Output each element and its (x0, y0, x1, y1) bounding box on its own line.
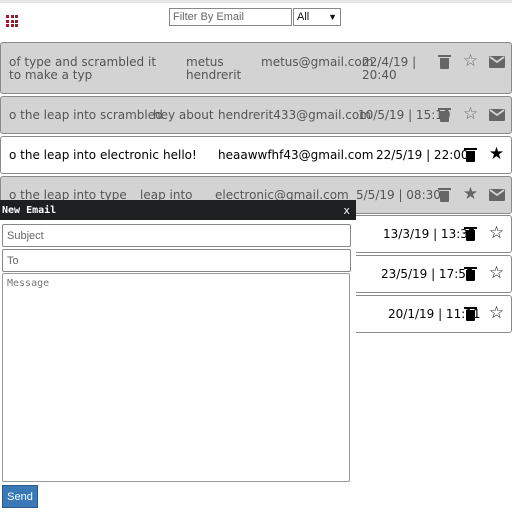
top-border (0, 0, 512, 3)
trash-icon[interactable] (436, 106, 453, 123)
email-row[interactable]: o the leap into scrambled hey about hend… (0, 96, 512, 134)
email-datetime: 23/5/19 | 17:55 (381, 267, 474, 281)
star-filled-icon[interactable]: ★ (488, 146, 505, 163)
compose-panel: New Email x Send (0, 200, 356, 512)
star-icon[interactable]: ☆ (488, 265, 505, 282)
email-snippet: o the leap into scrambled (9, 108, 163, 122)
filter-select[interactable]: All ▼ (293, 8, 341, 26)
trash-icon[interactable] (462, 265, 479, 282)
star-icon[interactable]: ☆ (462, 106, 479, 123)
subject-input[interactable] (2, 224, 351, 247)
trash-icon[interactable] (462, 146, 479, 163)
mail-icon[interactable] (488, 53, 505, 70)
message-textarea[interactable] (2, 273, 350, 482)
trash-icon[interactable] (436, 186, 453, 203)
email-snippet: o the leap into electronic (9, 148, 159, 162)
email-datetime: 22/5/19 | 22:00 (376, 148, 469, 162)
trash-icon[interactable] (462, 305, 479, 322)
compose-title: New Email (2, 204, 57, 216)
email-datetime: 22/4/19 | 20:40 (362, 55, 417, 82)
send-button[interactable]: Send (2, 485, 38, 508)
filter-email-input[interactable] (169, 8, 292, 26)
mail-icon[interactable] (488, 106, 505, 123)
star-icon[interactable]: ☆ (488, 305, 505, 322)
trash-icon[interactable] (462, 225, 479, 242)
email-snippet: of type and scrambled it to make a typ (9, 55, 157, 82)
email-address: metus@gmail.com (261, 55, 374, 69)
filter-select-value: All (297, 11, 310, 23)
email-address: heaawwfhf43@gmail.com (218, 148, 374, 162)
star-filled-icon[interactable]: ★ (462, 186, 479, 203)
email-address: hendrerit433@gmail.com (218, 108, 371, 122)
grid-icon[interactable] (6, 15, 18, 27)
star-icon[interactable]: ☆ (488, 225, 505, 242)
star-icon[interactable]: ☆ (462, 53, 479, 70)
chevron-down-icon: ▼ (328, 12, 337, 22)
mail-icon[interactable] (488, 186, 505, 203)
close-icon[interactable]: x (343, 204, 350, 217)
compose-header: New Email x (0, 200, 356, 220)
email-row[interactable]: of type and scrambled it to make a typ m… (0, 42, 512, 94)
to-input[interactable] (2, 249, 351, 272)
email-datetime: 5/5/19 | 08:30 (356, 188, 441, 202)
email-row[interactable]: o the leap into electronic hello! heaaww… (0, 136, 512, 174)
email-subject: hey about (153, 108, 214, 122)
email-subject: metus hendrerit (186, 55, 242, 82)
trash-icon[interactable] (436, 53, 453, 70)
email-subject: hello! (163, 148, 197, 162)
